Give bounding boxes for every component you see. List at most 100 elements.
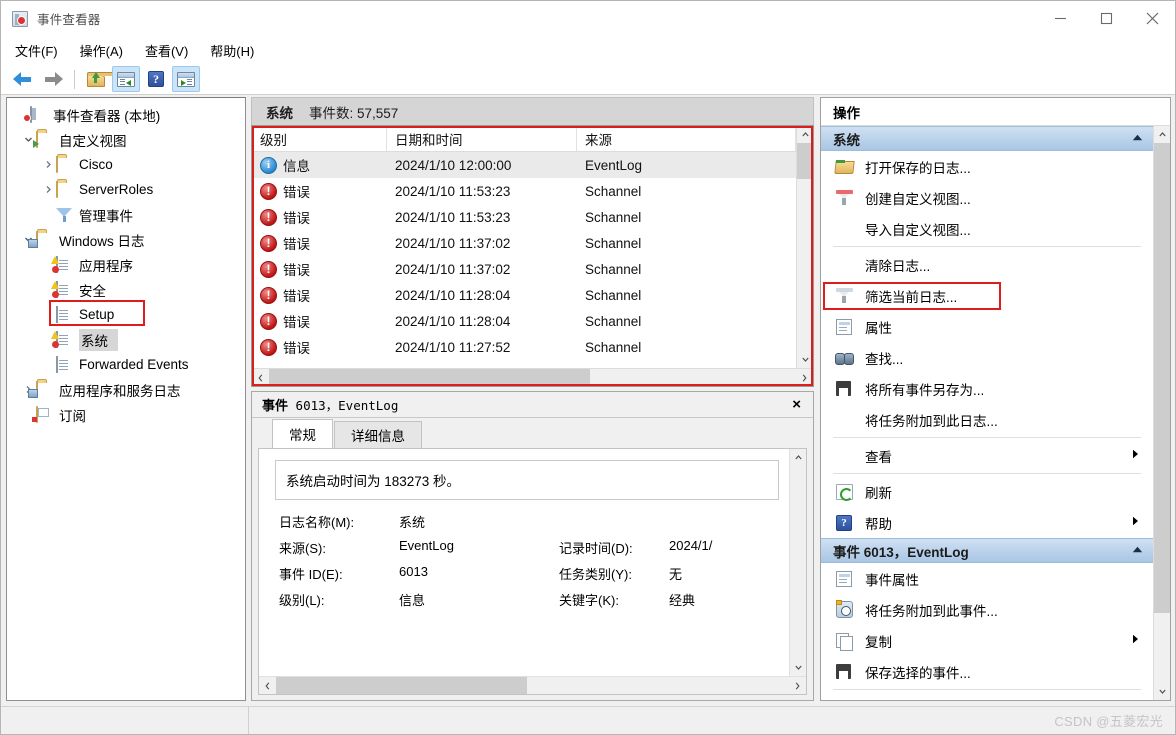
table-row[interactable]: 错误 2024/1/10 11:28:04 Schannel	[252, 282, 796, 308]
up-one-level-button[interactable]	[82, 66, 121, 92]
tree-item-application[interactable]: 应用程序	[7, 252, 245, 277]
action-refresh[interactable]: 刷新	[821, 476, 1153, 507]
tree-item-system[interactable]: 系统	[7, 327, 245, 352]
actions-vertical-scrollbar[interactable]	[1153, 126, 1170, 700]
action-refresh-event[interactable]: 刷新	[821, 692, 1153, 700]
menu-action[interactable]: 操作(A)	[80, 38, 134, 63]
event-list-horizontal-scrollbar[interactable]	[252, 368, 813, 386]
table-row[interactable]: 错误 2024/1/10 11:27:52 Schannel	[252, 334, 796, 360]
action-group-system-header[interactable]: 系统	[821, 126, 1153, 151]
tab-general[interactable]: 常规	[272, 419, 333, 448]
menu-view[interactable]: 查看(V)	[145, 38, 199, 63]
scroll-left-icon[interactable]	[252, 369, 269, 386]
chevron-right-icon[interactable]	[41, 185, 56, 194]
table-row[interactable]: i 信息 2024/1/10 12:00:00 EventLog	[252, 152, 796, 178]
field-label-empty	[559, 512, 669, 531]
console-tree[interactable]: 事件查看器 (本地) 自定义视图 Cisco ServerRoles 管理事件 …	[6, 97, 246, 701]
actions-scroll-thumb[interactable]	[1154, 143, 1170, 613]
action-clear-log[interactable]: 清除日志...	[821, 249, 1153, 280]
action-open-saved-log[interactable]: 打开保存的日志...	[821, 151, 1153, 182]
scroll-down-icon[interactable]	[797, 351, 813, 368]
scroll-down-icon[interactable]	[790, 659, 806, 676]
action-create-custom-view[interactable]: 创建自定义视图...	[821, 182, 1153, 213]
action-filter-current-log[interactable]: 筛选当前日志...	[821, 280, 1153, 311]
action-properties[interactable]: 属性	[821, 311, 1153, 342]
scroll-down-icon[interactable]	[1154, 683, 1170, 700]
maximize-icon[interactable]	[1083, 1, 1129, 37]
action-label: 帮助	[865, 516, 892, 532]
scroll-right-icon[interactable]	[789, 677, 806, 694]
toolbar-separator	[74, 69, 75, 89]
chevron-right-icon[interactable]	[41, 160, 56, 169]
left-pane-icon	[117, 71, 135, 87]
action-save-selected-events[interactable]: 保存选择的事件...	[821, 656, 1153, 687]
tree-item-serverroles[interactable]: ServerRoles	[7, 177, 245, 202]
table-row[interactable]: 错误 2024/1/10 11:53:23 Schannel	[252, 178, 796, 204]
event-detail-vertical-scrollbar[interactable]	[789, 449, 806, 676]
column-header-level[interactable]: 级别	[252, 126, 387, 151]
help-button[interactable]: ?	[142, 66, 170, 92]
action-import-custom-view[interactable]: 导入自定义视图...	[821, 213, 1153, 244]
minimize-icon[interactable]	[1037, 1, 1083, 37]
tab-details[interactable]: 详细信息	[334, 421, 422, 448]
menu-help[interactable]: 帮助(H)	[210, 38, 265, 63]
table-row[interactable]: 错误 2024/1/10 11:37:02 Schannel	[252, 230, 796, 256]
tree-item-administrative-events[interactable]: 管理事件	[7, 202, 245, 227]
event-detail-horizontal-scrollbar[interactable]	[259, 676, 806, 694]
table-row[interactable]: 错误 2024/1/10 11:28:04 Schannel	[252, 308, 796, 334]
save-icon	[833, 380, 855, 397]
close-icon[interactable]	[1129, 1, 1175, 37]
action-view[interactable]: 查看	[821, 440, 1153, 471]
field-label-level: 级别(L):	[279, 593, 325, 608]
action-group-event-header[interactable]: 事件 6013，EventLog	[821, 538, 1153, 563]
close-icon[interactable]: ×	[788, 397, 805, 412]
action-find[interactable]: 查找...	[821, 342, 1153, 373]
tree-item-forwarded-events[interactable]: Forwarded Events	[7, 352, 245, 377]
event-detail-hscroll-thumb[interactable]	[276, 677, 528, 694]
action-attach-task-to-log[interactable]: 将任务附加到此日志...	[821, 404, 1153, 435]
tree-item-windows-logs[interactable]: Windows 日志	[7, 227, 245, 252]
show-hide-tree-button[interactable]	[112, 66, 140, 92]
tree-item-cisco[interactable]: Cisco	[7, 152, 245, 177]
event-detail-hscroll-track[interactable]	[276, 677, 789, 694]
scroll-right-icon[interactable]	[796, 369, 813, 386]
tree-item-custom-views[interactable]: 自定义视图	[7, 127, 245, 152]
back-button[interactable]	[9, 66, 37, 92]
event-list-hscroll-thumb[interactable]	[269, 369, 591, 386]
action-attach-task-to-event[interactable]: 将任务附加到此事件...	[821, 594, 1153, 625]
tree-item-event-viewer-local[interactable]: 事件查看器 (本地)	[7, 102, 245, 127]
tree-item-setup[interactable]: Setup	[7, 302, 245, 327]
tree-item-applications-and-services-logs[interactable]: 应用程序和服务日志	[7, 377, 245, 402]
show-hide-action-pane-button[interactable]	[172, 66, 200, 92]
cell-source: Schannel	[585, 261, 642, 277]
menu-file[interactable]: 文件(F)	[15, 38, 69, 63]
table-row[interactable]: 错误 2024/1/10 11:37:02 Schannel	[252, 256, 796, 282]
table-row[interactable]: 错误 2024/1/10 11:53:23 Schannel	[252, 204, 796, 230]
event-list[interactable]: 级别 日期和时间 来源 i 信息 2024/1/10 12:00:00 Even…	[251, 125, 814, 387]
event-list-scroll-thumb[interactable]	[797, 143, 813, 179]
tree-item-subscriptions[interactable]: 订阅	[7, 402, 245, 427]
log-icon	[56, 305, 74, 323]
actions-scroll-track[interactable]	[1154, 143, 1170, 683]
column-header-source[interactable]: 来源	[577, 126, 796, 151]
action-event-properties[interactable]: 事件属性	[821, 563, 1153, 594]
action-label: 将所有事件另存为...	[865, 382, 985, 398]
copy-icon	[833, 632, 855, 651]
collapse-up-icon[interactable]	[1132, 133, 1143, 144]
event-detail-scroll-track[interactable]	[790, 466, 806, 659]
tree-item-security[interactable]: 安全	[7, 277, 245, 302]
scroll-up-icon[interactable]	[1154, 126, 1170, 143]
cell-level-text: 错误	[283, 185, 310, 200]
event-list-scroll-track[interactable]	[797, 143, 813, 351]
column-header-date[interactable]: 日期和时间	[387, 126, 577, 151]
scroll-up-icon[interactable]	[797, 126, 813, 143]
scroll-up-icon[interactable]	[790, 449, 806, 466]
forward-button[interactable]	[39, 66, 67, 92]
action-copy[interactable]: 复制	[821, 625, 1153, 656]
event-list-vertical-scrollbar[interactable]	[796, 126, 813, 368]
event-list-hscroll-track[interactable]	[269, 369, 796, 386]
action-save-all-events-as[interactable]: 将所有事件另存为...	[821, 373, 1153, 404]
action-help[interactable]: ? 帮助	[821, 507, 1153, 538]
scroll-left-icon[interactable]	[259, 677, 276, 694]
collapse-up-icon[interactable]	[1132, 545, 1143, 556]
